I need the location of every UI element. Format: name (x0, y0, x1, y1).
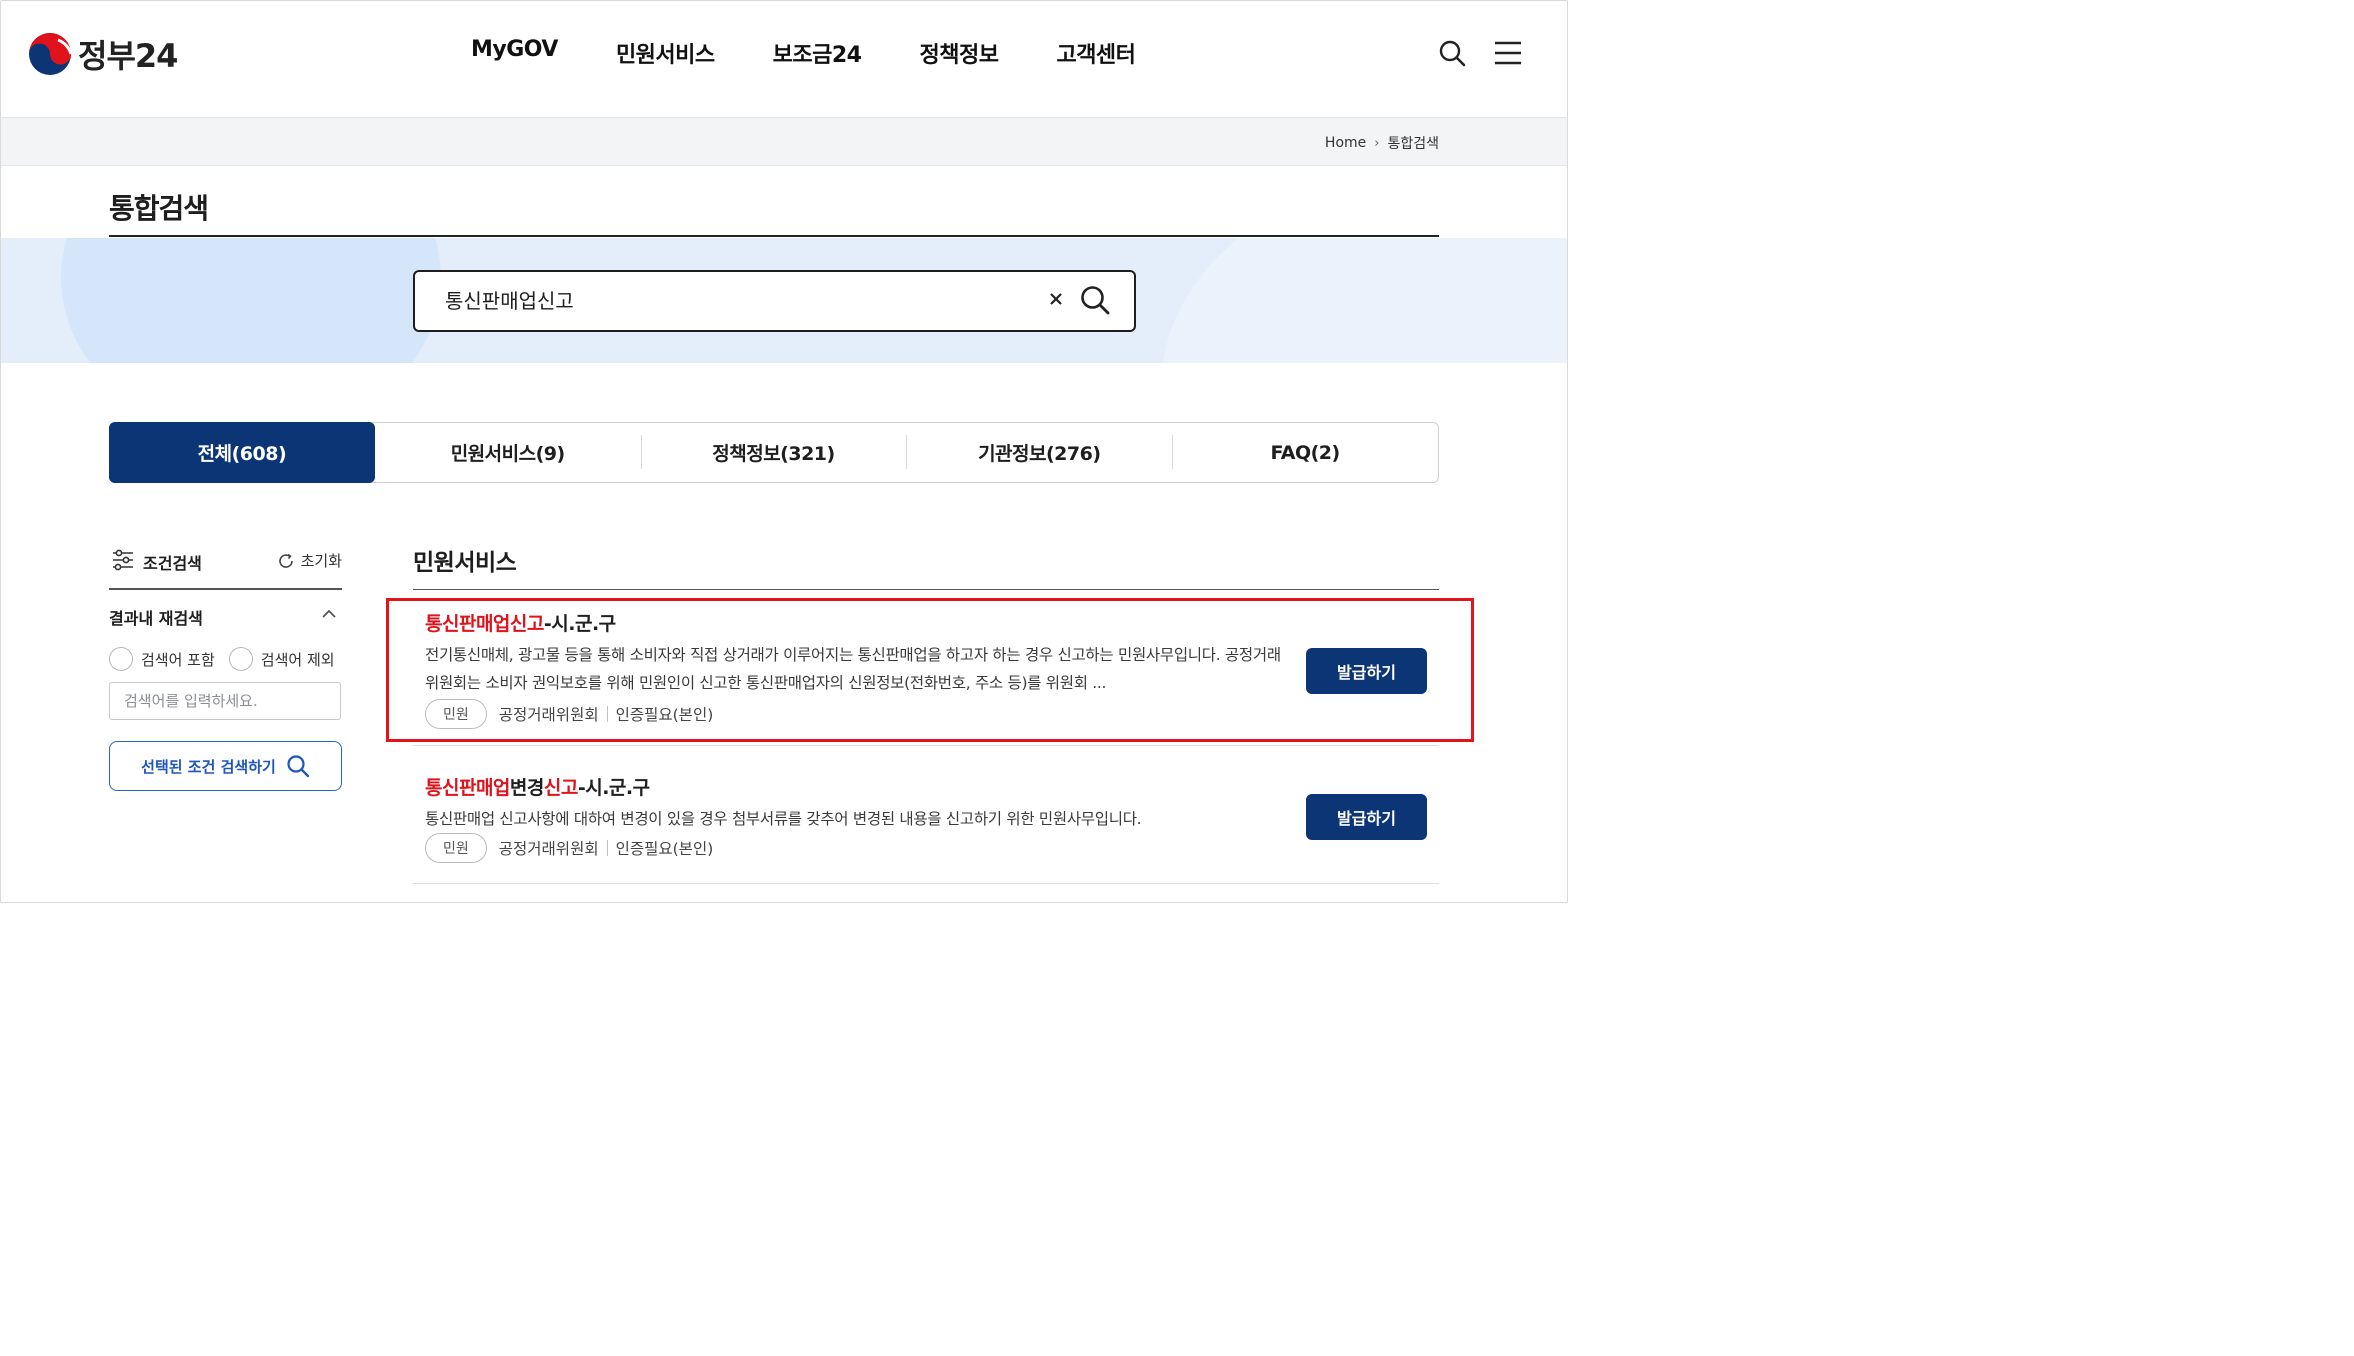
condition-search-label: 조건검색 (143, 554, 202, 573)
agency-name: 공정거래위원회 (498, 840, 599, 858)
search-icon (287, 755, 310, 778)
include-keyword-label: 검색어 포함 (141, 650, 215, 669)
breadcrumb-home[interactable]: Home (1325, 135, 1366, 151)
nav-mygov[interactable]: MyGOV (471, 37, 558, 69)
exclude-keyword-label: 검색어 제외 (260, 650, 335, 669)
section-divider (413, 589, 1439, 590)
chevron-right-icon: › (1374, 135, 1380, 151)
issue-button[interactable]: 발급하기 (1306, 794, 1427, 840)
result-item: 통신판매업변경신고-시.군.구 통신판매업 신고사항에 대하여 변경이 있을 경… (413, 765, 1439, 884)
category-badge: 민원 (425, 699, 487, 729)
main-nav: MyGOV 민원서비스 보조금24 정책정보 고객센터 (471, 37, 1193, 69)
result-item: 통신판매업신고-시.군.구 전기통신매체, 광고물 등을 통해 소비자와 직접 … (413, 601, 1439, 746)
result-tabs: 전체(608) 민원서비스(9) 정책정보(321) 기관정보(276) FAQ… (109, 422, 1439, 483)
hamburger-menu-icon[interactable] (1494, 39, 1522, 67)
taegeuk-logo-icon (29, 33, 72, 75)
title-highlight: 통신판매업 (425, 777, 510, 799)
condition-search-header: 조건검색 초기화 (109, 546, 342, 590)
tab-policy-info[interactable]: 정책정보(321) (640, 423, 907, 482)
radio-circle[interactable] (109, 647, 133, 671)
reset-label: 초기화 (300, 552, 342, 570)
filter-sliders-icon (113, 549, 133, 571)
tab-civil-service[interactable]: 민원서비스(9) (375, 423, 641, 482)
result-title-link[interactable]: 통신판매업변경신고-시.군.구 (425, 773, 650, 800)
refine-search-title: 결과내 재검색 (109, 609, 203, 628)
agency-name: 공정거래위원회 (498, 706, 599, 724)
search-box (413, 270, 1136, 332)
category-badge: 민원 (425, 833, 487, 863)
site-logo[interactable]: 정부24 (28, 31, 178, 77)
meta-divider (606, 840, 608, 856)
nav-policy-info[interactable]: 정책정보 (919, 37, 998, 69)
condition-search-button[interactable]: 선택된 조건 검색하기 (109, 741, 342, 791)
title-highlight: 신고 (543, 777, 578, 799)
result-meta: 민원 공정거래위원회 인증필요(본인) (425, 699, 713, 729)
exclude-keyword-radio[interactable]: 검색어 제외 (228, 647, 335, 671)
meta-divider (606, 706, 608, 722)
issue-button[interactable]: 발급하기 (1306, 648, 1427, 694)
breadcrumb-bar: Home › 통합검색 (1, 117, 1567, 166)
page-frame: 정부24 MyGOV 민원서비스 보조금24 정책정보 고객센터 Home › … (0, 0, 1568, 903)
search-submit-icon[interactable] (1079, 284, 1111, 316)
title-suffix: -시.군.구 (543, 613, 616, 635)
condition-search-button-label: 선택된 조건 검색하기 (141, 757, 276, 776)
title-suffix: -시.군.구 (577, 777, 650, 799)
tab-agency-info[interactable]: 기관정보(276) (906, 423, 1172, 482)
result-title-link[interactable]: 통신판매업신고-시.군.구 (425, 609, 616, 636)
breadcrumb: Home › 통합검색 (1325, 133, 1439, 153)
decor-shape (1161, 238, 1567, 363)
tab-faq[interactable]: FAQ(2) (1172, 423, 1438, 482)
radio-circle[interactable] (228, 647, 253, 671)
nav-civil-service[interactable]: 민원서비스 (616, 37, 715, 69)
keyword-option-group: 검색어 포함 검색어 제외 (109, 647, 349, 671)
clear-icon[interactable] (1045, 288, 1067, 310)
search-icon[interactable] (1438, 39, 1466, 67)
refresh-icon (278, 553, 293, 568)
title-divider (109, 235, 1439, 237)
auth-requirement: 인증필요(본인) (615, 840, 714, 858)
include-keyword-radio[interactable]: 검색어 포함 (109, 647, 215, 671)
nav-customer-center[interactable]: 고객센터 (1056, 37, 1135, 69)
auth-requirement: 인증필요(본인) (615, 706, 714, 724)
decor-shape (61, 238, 441, 363)
result-description: 전기통신매체, 광고물 등을 통해 소비자와 직접 상거래가 이루어지는 통신판… (425, 646, 1281, 692)
search-input[interactable] (443, 286, 1007, 312)
breadcrumb-current: 통합검색 (1387, 136, 1439, 152)
results-section-title: 민원서비스 (413, 550, 517, 576)
chevron-up-icon[interactable] (320, 605, 338, 623)
result-description: 통신판매업 신고사항에 대하여 변경이 있을 경우 첨부서류를 갖추어 변경된 … (425, 810, 1142, 828)
title-highlight: 통신판매업신고 (425, 613, 544, 635)
title-middle: 변경 (509, 777, 544, 799)
reset-button[interactable]: 초기화 (277, 550, 342, 571)
logo-text: 정부24 (78, 37, 178, 75)
page-title: 통합검색 (109, 192, 209, 225)
nav-subsidy24[interactable]: 보조금24 (773, 37, 862, 69)
refine-keyword-input[interactable] (109, 682, 341, 720)
tab-all[interactable]: 전체(608) (109, 422, 375, 483)
result-meta: 민원 공정거래위원회 인증필요(본인) (425, 833, 713, 863)
